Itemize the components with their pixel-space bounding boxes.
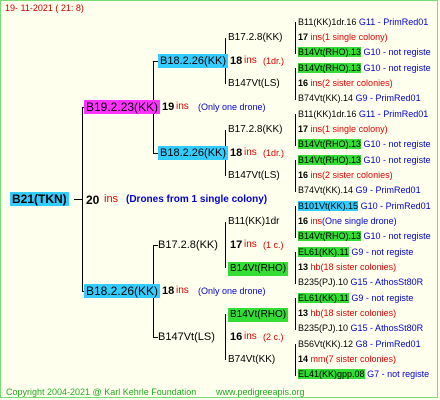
gen4-node[interactable]: B14Vt(RHO).13 G10 - not registe [298, 231, 431, 241]
gen3-node[interactable]: B147Vt(LS) [228, 171, 280, 181]
gen2-count: 17 [230, 239, 243, 251]
connector [82, 107, 83, 291]
gen4-node[interactable]: B235(PJ).10 G15 - AthosSt80R [298, 278, 423, 287]
connector [295, 298, 296, 330]
gen1-ins: ins [176, 101, 189, 112]
connector [225, 314, 226, 360]
gen4-count-row: 13 hb(18 sister colonies) [298, 262, 397, 272]
gen3-node[interactable]: B14Vt(RHO) [228, 262, 289, 276]
root-note: (Drones from 1 single colony) [126, 194, 268, 205]
gen4-count-row: 16 ins(One single drone) [298, 216, 397, 226]
gen4-count-row: 16 ins(2 sister colonies) [298, 78, 393, 88]
connector [295, 344, 296, 376]
gen2-note: (1 c.) [263, 240, 284, 250]
gen2-node[interactable]: B18.2.26(KK) [158, 54, 229, 68]
gen1-count: 18 [162, 285, 175, 297]
gen3-node[interactable]: B17.2.8(KK) [228, 33, 282, 43]
gen4-node[interactable]: B11(KK)1dr.16 G11 - PrimRed01 [298, 18, 428, 27]
gen4-count-row: 16 ins(2 sister colonies) [298, 170, 393, 180]
connector [225, 222, 226, 268]
gen3-node[interactable]: B11(KK)1dr [228, 217, 280, 227]
gen2-ins: ins [244, 147, 257, 158]
gen4-node[interactable]: B235(PJ).10 G15 - AthosSt80R [298, 324, 423, 333]
connector [295, 206, 296, 238]
gen1-ins: ins [176, 285, 189, 296]
gen3-node[interactable]: B147Vt(LS) [228, 79, 280, 89]
gen4-node[interactable]: EL41(KK)gpp.08 G7 - not registe [298, 369, 429, 379]
gen4-node[interactable]: B74Vt(KK).14 G9 - PrimRed01 [298, 186, 421, 195]
root-ins: ins [104, 193, 119, 205]
connector [295, 252, 296, 284]
gen2-note: (2 c.) [263, 332, 284, 342]
gen2-ins: ins [244, 239, 257, 250]
gen1-note: (Only one drone) [198, 286, 266, 296]
gen2-node[interactable]: B18.2.26(KK) [158, 146, 229, 160]
gen4-node[interactable]: B56Vt(KK).12 G8 - PrimRed01 [298, 340, 421, 349]
gen4-count-row: 13 hb(18 sister colonies) [298, 308, 397, 318]
gen4-node[interactable]: EL61(KK).11 G9 - not registe [298, 247, 413, 257]
gen2-note: (1dr.) [263, 56, 285, 66]
connector [295, 160, 296, 192]
gen2-count: 16 [230, 331, 243, 343]
gen2-ins: ins [244, 331, 257, 342]
gen4-count-row: 17 ins(1 single colony) [298, 124, 388, 134]
gen4-node[interactable]: B14Vt(RHO).13 G10 - not registe [298, 155, 431, 165]
gen2-note: (1dr.) [263, 148, 285, 158]
gen4-count-row: 17 ins(1 single colony) [298, 32, 388, 42]
gen1-count: 19 [162, 101, 175, 113]
gen2-ins: ins [244, 55, 257, 66]
gen4-node[interactable]: EL61(KK).11 G9 - not registe [298, 293, 413, 303]
gen2-node[interactable]: B17.2.8(KK) [158, 240, 218, 251]
connector [295, 114, 296, 146]
gen4-node[interactable]: B14Vt(RHO).13 G10 - not registe [298, 63, 431, 73]
root-count: 20 [86, 193, 100, 207]
gen2-count: 18 [230, 55, 243, 67]
gen3-node[interactable]: B14Vt(RHO) [228, 308, 289, 322]
gen4-count-row: 14 mm(7 sister colonies) [298, 354, 397, 364]
root-node[interactable]: B21(TKN) [10, 192, 69, 206]
site-link[interactable]: www.pedigreeapis.org [216, 388, 305, 397]
gen1-node[interactable]: B19.2.23(KK) [84, 100, 161, 114]
connector [295, 68, 296, 100]
connector [295, 22, 296, 54]
connector [74, 199, 82, 200]
gen4-node[interactable]: B74Vt(KK).14 G9 - PrimRed01 [298, 94, 421, 103]
gen1-note: (Only one drone) [198, 102, 266, 112]
gen4-node[interactable]: B14Vt(RHO).13 G10 - not registe [298, 47, 431, 57]
date-stamp: 19- 11-2021 ( 21: 8) [5, 3, 84, 13]
gen4-node[interactable]: B14Vt(RHO).13 G10 - not registe [298, 139, 431, 149]
copyright: Copyright 2004-2021 @ Karl Kehrle Founda… [6, 387, 197, 397]
gen3-node[interactable]: B17.2.8(KK) [228, 125, 282, 135]
gen4-node[interactable]: B11(KK)1dr.16 G11 - PrimRed01 [298, 110, 428, 119]
gen2-node[interactable]: B147Vt(LS) [158, 332, 215, 343]
gen2-count: 18 [230, 147, 243, 159]
gen3-node[interactable]: B74Vt(KK) [228, 355, 275, 365]
gen1-node[interactable]: B18.2.26(KK) [84, 284, 161, 298]
gen4-node[interactable]: B101Vt(KK).15 G10 - PrimRed01 [298, 201, 431, 211]
